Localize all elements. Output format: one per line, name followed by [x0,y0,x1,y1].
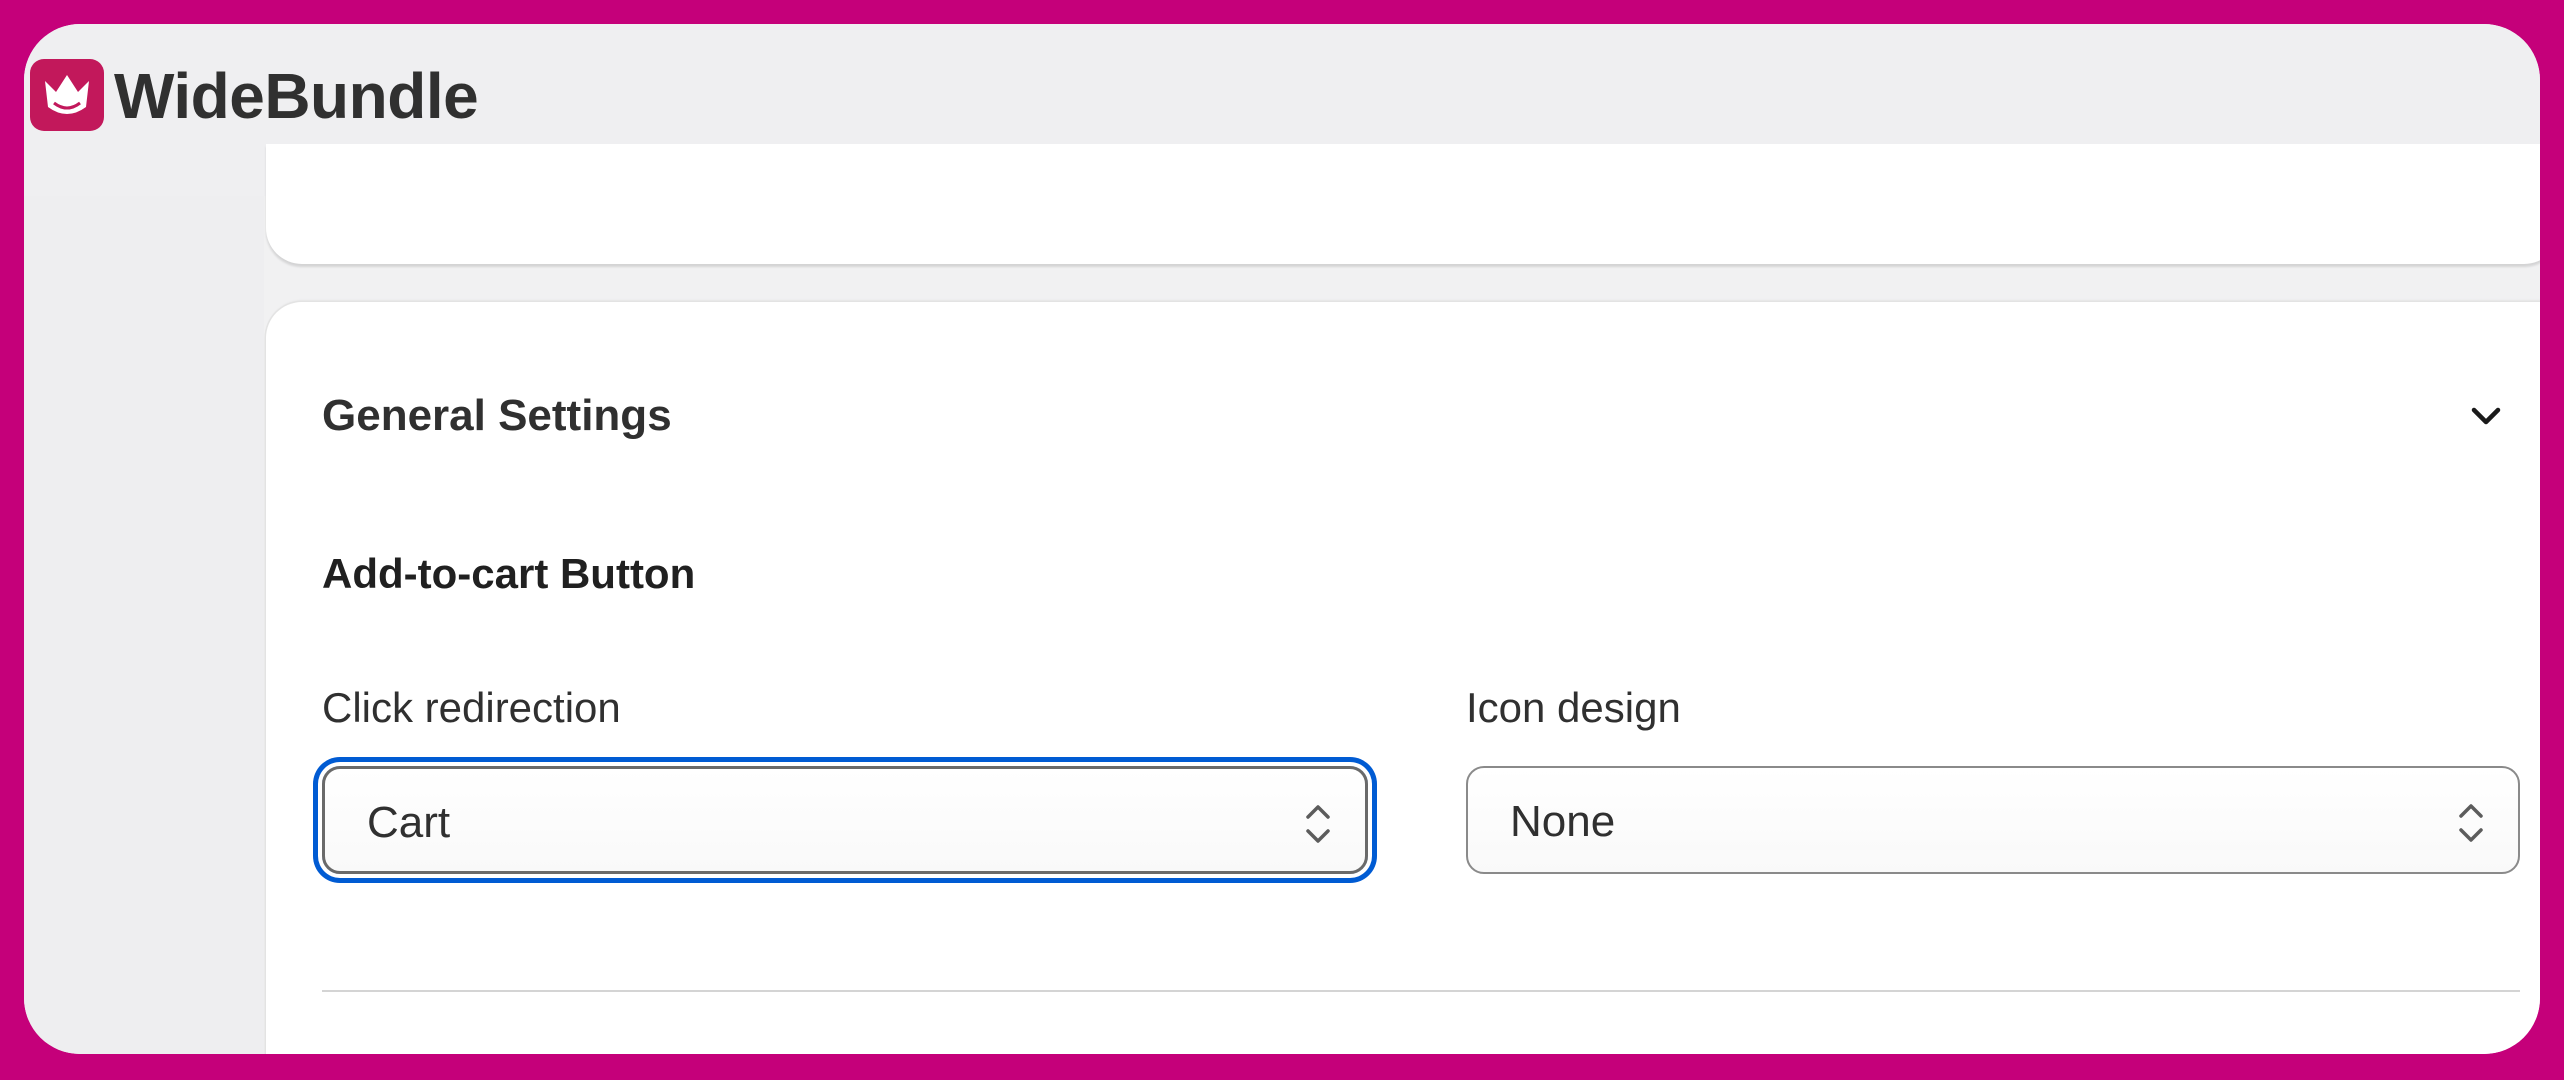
brand-name: WideBundle [114,60,479,132]
previous-settings-card [266,144,2540,264]
click-redirection-value: Cart [367,798,451,847]
icon-design-value: None [1510,797,1616,846]
add-to-cart-button-title: Add-to-cart Button [322,550,696,597]
select-updown-icon [2456,798,2486,848]
click-redirection-select[interactable]: Cart [322,766,1368,874]
chevron-down-icon[interactable] [2464,394,2508,438]
general-settings-title: General Settings [322,391,672,440]
click-redirection-label: Click redirection [322,684,621,731]
icon-design-label: Icon design [1466,684,1681,731]
widebundle-logo-icon [30,59,104,131]
select-updown-icon [1303,799,1333,849]
general-settings-card: General Settings Add-to-cart Button Clic… [266,302,2540,1054]
sidebar [24,196,264,1054]
icon-design-select[interactable]: None [1466,766,2520,874]
section-divider [322,990,2520,992]
app-window: WideBundle General Settings Add-to-cart … [24,24,2540,1054]
